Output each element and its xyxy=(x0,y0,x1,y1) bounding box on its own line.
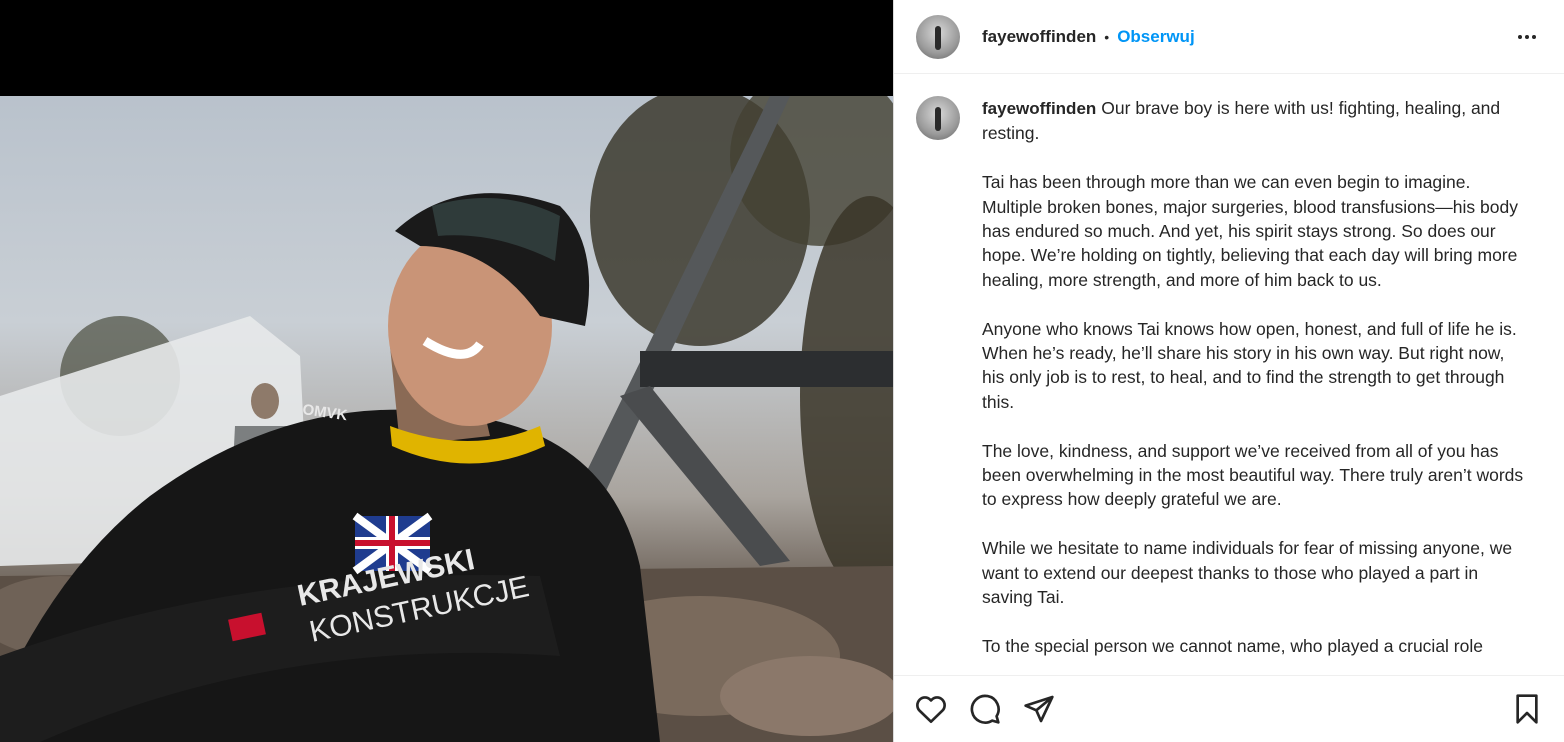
post-caption: fayewoffinden Our brave boy is here with … xyxy=(982,96,1530,675)
caption-paragraph: Anyone who knows Tai knows how open, hon… xyxy=(982,318,1517,412)
post-media[interactable]: KRAJEWSKI KONSTRUKCJE OMVK xyxy=(0,0,893,742)
caption-avatar[interactable] xyxy=(916,96,960,140)
post-header: fayewoffinden • Obserwuj xyxy=(894,0,1564,74)
bookmark-icon[interactable] xyxy=(1510,692,1544,726)
heart-icon[interactable] xyxy=(914,692,948,726)
author-avatar[interactable] xyxy=(916,14,960,59)
action-bar xyxy=(894,675,1564,742)
caption-username[interactable]: fayewoffinden xyxy=(982,99,1096,118)
comment-icon[interactable] xyxy=(968,692,1002,726)
more-options-icon[interactable] xyxy=(1512,29,1542,45)
author-username[interactable]: fayewoffinden xyxy=(982,27,1096,47)
caption-paragraph: To the special person we cannot name, wh… xyxy=(982,635,1483,656)
post-panel: fayewoffinden • Obserwuj fayewoffinden Ou… xyxy=(893,0,1564,742)
post-photo: KRAJEWSKI KONSTRUKCJE OMVK xyxy=(0,96,893,742)
caption-row: fayewoffinden Our brave boy is here with … xyxy=(894,75,1564,675)
comments-section[interactable]: fayewoffinden Our brave boy is here with … xyxy=(894,75,1564,675)
follow-button[interactable]: Obserwuj xyxy=(1117,27,1194,47)
caption-paragraph: While we hesitate to name individuals fo… xyxy=(982,538,1513,608)
separator-dot: • xyxy=(1104,28,1110,45)
caption-paragraph: Tai has been through more than we can ev… xyxy=(982,172,1518,290)
caption-paragraph: The love, kindness, and support we’ve re… xyxy=(982,440,1524,510)
send-icon[interactable] xyxy=(1022,692,1056,726)
